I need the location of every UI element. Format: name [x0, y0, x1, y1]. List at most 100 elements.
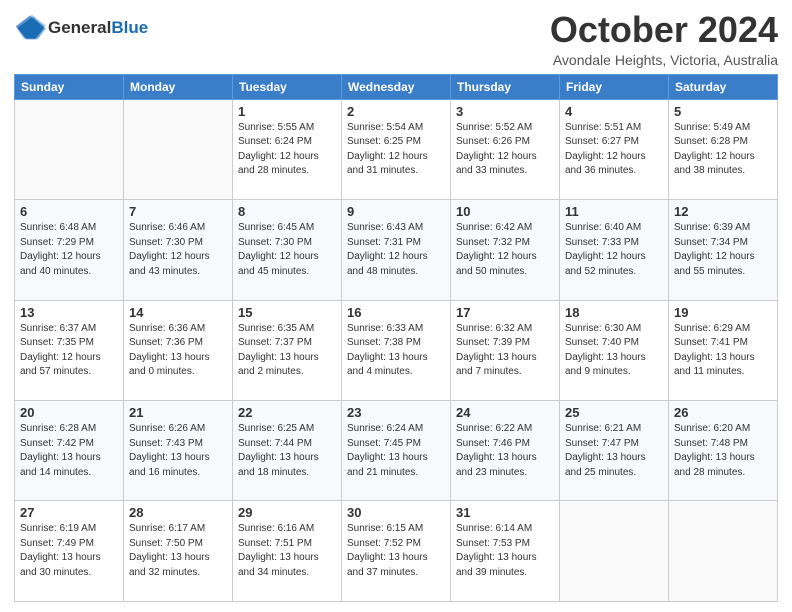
day-info: Sunrise: 5:52 AMSunset: 6:26 PMDaylight:…	[456, 121, 554, 179]
month-title: October 2024	[550, 10, 778, 50]
day-info: Sunrise: 6:21 AMSunset: 7:47 PMDaylight:…	[565, 422, 663, 480]
day-info: Sunrise: 6:17 AMSunset: 7:50 PMDaylight:…	[129, 522, 227, 580]
weekday-header: Thursday	[451, 74, 560, 99]
day-number: 17	[456, 305, 554, 320]
day-info: Sunrise: 6:22 AMSunset: 7:46 PMDaylight:…	[456, 422, 554, 480]
day-info: Sunrise: 6:42 AMSunset: 7:32 PMDaylight:…	[456, 221, 554, 279]
day-info: Sunrise: 6:33 AMSunset: 7:38 PMDaylight:…	[347, 322, 445, 380]
calendar-cell: 12 Sunrise: 6:39 AMSunset: 7:34 PMDaylig…	[669, 200, 778, 300]
calendar-cell: 4 Sunrise: 5:51 AMSunset: 6:27 PMDayligh…	[560, 99, 669, 199]
weekday-header: Tuesday	[233, 74, 342, 99]
day-info: Sunrise: 6:37 AMSunset: 7:35 PMDaylight:…	[20, 322, 118, 380]
day-number: 27	[20, 505, 118, 520]
calendar-cell: 3 Sunrise: 5:52 AMSunset: 6:26 PMDayligh…	[451, 99, 560, 199]
logo-blue: Blue	[111, 18, 148, 37]
day-number: 9	[347, 204, 445, 219]
day-info: Sunrise: 6:43 AMSunset: 7:31 PMDaylight:…	[347, 221, 445, 279]
day-number: 10	[456, 204, 554, 219]
day-number: 16	[347, 305, 445, 320]
weekday-row: SundayMondayTuesdayWednesdayThursdayFrid…	[15, 74, 778, 99]
calendar-cell	[15, 99, 124, 199]
calendar-cell: 6 Sunrise: 6:48 AMSunset: 7:29 PMDayligh…	[15, 200, 124, 300]
calendar-cell	[669, 501, 778, 602]
day-info: Sunrise: 6:24 AMSunset: 7:45 PMDaylight:…	[347, 422, 445, 480]
calendar-cell: 2 Sunrise: 5:54 AMSunset: 6:25 PMDayligh…	[342, 99, 451, 199]
day-number: 13	[20, 305, 118, 320]
day-number: 22	[238, 405, 336, 420]
calendar-cell: 24 Sunrise: 6:22 AMSunset: 7:46 PMDaylig…	[451, 401, 560, 501]
day-number: 21	[129, 405, 227, 420]
weekday-header: Sunday	[15, 74, 124, 99]
calendar-cell: 14 Sunrise: 6:36 AMSunset: 7:36 PMDaylig…	[124, 300, 233, 400]
calendar-cell: 11 Sunrise: 6:40 AMSunset: 7:33 PMDaylig…	[560, 200, 669, 300]
day-number: 11	[565, 204, 663, 219]
day-info: Sunrise: 6:26 AMSunset: 7:43 PMDaylight:…	[129, 422, 227, 480]
calendar-cell: 25 Sunrise: 6:21 AMSunset: 7:47 PMDaylig…	[560, 401, 669, 501]
day-info: Sunrise: 6:36 AMSunset: 7:36 PMDaylight:…	[129, 322, 227, 380]
day-info: Sunrise: 6:32 AMSunset: 7:39 PMDaylight:…	[456, 322, 554, 380]
day-info: Sunrise: 5:49 AMSunset: 6:28 PMDaylight:…	[674, 121, 772, 179]
calendar-cell: 30 Sunrise: 6:15 AMSunset: 7:52 PMDaylig…	[342, 501, 451, 602]
day-info: Sunrise: 6:15 AMSunset: 7:52 PMDaylight:…	[347, 522, 445, 580]
calendar-cell: 9 Sunrise: 6:43 AMSunset: 7:31 PMDayligh…	[342, 200, 451, 300]
day-number: 24	[456, 405, 554, 420]
day-number: 4	[565, 104, 663, 119]
day-info: Sunrise: 5:51 AMSunset: 6:27 PMDaylight:…	[565, 121, 663, 179]
day-info: Sunrise: 6:20 AMSunset: 7:48 PMDaylight:…	[674, 422, 772, 480]
calendar-cell: 17 Sunrise: 6:32 AMSunset: 7:39 PMDaylig…	[451, 300, 560, 400]
calendar-cell: 20 Sunrise: 6:28 AMSunset: 7:42 PMDaylig…	[15, 401, 124, 501]
calendar-cell: 10 Sunrise: 6:42 AMSunset: 7:32 PMDaylig…	[451, 200, 560, 300]
subtitle: Avondale Heights, Victoria, Australia	[550, 52, 778, 68]
calendar-cell: 22 Sunrise: 6:25 AMSunset: 7:44 PMDaylig…	[233, 401, 342, 501]
day-info: Sunrise: 6:14 AMSunset: 7:53 PMDaylight:…	[456, 522, 554, 580]
day-info: Sunrise: 5:54 AMSunset: 6:25 PMDaylight:…	[347, 121, 445, 179]
logo-icon	[14, 14, 46, 42]
day-number: 20	[20, 405, 118, 420]
weekday-header: Monday	[124, 74, 233, 99]
calendar-cell	[124, 99, 233, 199]
calendar-cell	[560, 501, 669, 602]
day-info: Sunrise: 6:25 AMSunset: 7:44 PMDaylight:…	[238, 422, 336, 480]
calendar-cell: 28 Sunrise: 6:17 AMSunset: 7:50 PMDaylig…	[124, 501, 233, 602]
day-number: 25	[565, 405, 663, 420]
logo: GeneralBlue	[14, 14, 148, 42]
calendar-cell: 15 Sunrise: 6:35 AMSunset: 7:37 PMDaylig…	[233, 300, 342, 400]
calendar-body: 1 Sunrise: 5:55 AMSunset: 6:24 PMDayligh…	[15, 99, 778, 601]
day-number: 3	[456, 104, 554, 119]
day-number: 31	[456, 505, 554, 520]
calendar-cell: 7 Sunrise: 6:46 AMSunset: 7:30 PMDayligh…	[124, 200, 233, 300]
header: GeneralBlue October 2024 Avondale Height…	[14, 10, 778, 68]
calendar-cell: 27 Sunrise: 6:19 AMSunset: 7:49 PMDaylig…	[15, 501, 124, 602]
weekday-header: Saturday	[669, 74, 778, 99]
day-info: Sunrise: 6:29 AMSunset: 7:41 PMDaylight:…	[674, 322, 772, 380]
day-number: 18	[565, 305, 663, 320]
calendar-week-row: 6 Sunrise: 6:48 AMSunset: 7:29 PMDayligh…	[15, 200, 778, 300]
day-number: 23	[347, 405, 445, 420]
day-number: 5	[674, 104, 772, 119]
weekday-header: Wednesday	[342, 74, 451, 99]
calendar-week-row: 20 Sunrise: 6:28 AMSunset: 7:42 PMDaylig…	[15, 401, 778, 501]
day-info: Sunrise: 6:28 AMSunset: 7:42 PMDaylight:…	[20, 422, 118, 480]
calendar: SundayMondayTuesdayWednesdayThursdayFrid…	[14, 74, 778, 602]
day-info: Sunrise: 6:16 AMSunset: 7:51 PMDaylight:…	[238, 522, 336, 580]
title-block: October 2024 Avondale Heights, Victoria,…	[550, 10, 778, 68]
calendar-cell: 31 Sunrise: 6:14 AMSunset: 7:53 PMDaylig…	[451, 501, 560, 602]
calendar-cell: 1 Sunrise: 5:55 AMSunset: 6:24 PMDayligh…	[233, 99, 342, 199]
day-info: Sunrise: 6:45 AMSunset: 7:30 PMDaylight:…	[238, 221, 336, 279]
logo-general: General	[48, 18, 111, 37]
day-number: 19	[674, 305, 772, 320]
calendar-cell: 26 Sunrise: 6:20 AMSunset: 7:48 PMDaylig…	[669, 401, 778, 501]
day-info: Sunrise: 6:30 AMSunset: 7:40 PMDaylight:…	[565, 322, 663, 380]
logo-text: GeneralBlue	[48, 19, 148, 38]
calendar-week-row: 1 Sunrise: 5:55 AMSunset: 6:24 PMDayligh…	[15, 99, 778, 199]
day-number: 29	[238, 505, 336, 520]
day-number: 28	[129, 505, 227, 520]
calendar-week-row: 13 Sunrise: 6:37 AMSunset: 7:35 PMDaylig…	[15, 300, 778, 400]
day-info: Sunrise: 6:39 AMSunset: 7:34 PMDaylight:…	[674, 221, 772, 279]
calendar-week-row: 27 Sunrise: 6:19 AMSunset: 7:49 PMDaylig…	[15, 501, 778, 602]
day-number: 14	[129, 305, 227, 320]
day-number: 26	[674, 405, 772, 420]
day-number: 2	[347, 104, 445, 119]
calendar-cell: 5 Sunrise: 5:49 AMSunset: 6:28 PMDayligh…	[669, 99, 778, 199]
weekday-header: Friday	[560, 74, 669, 99]
